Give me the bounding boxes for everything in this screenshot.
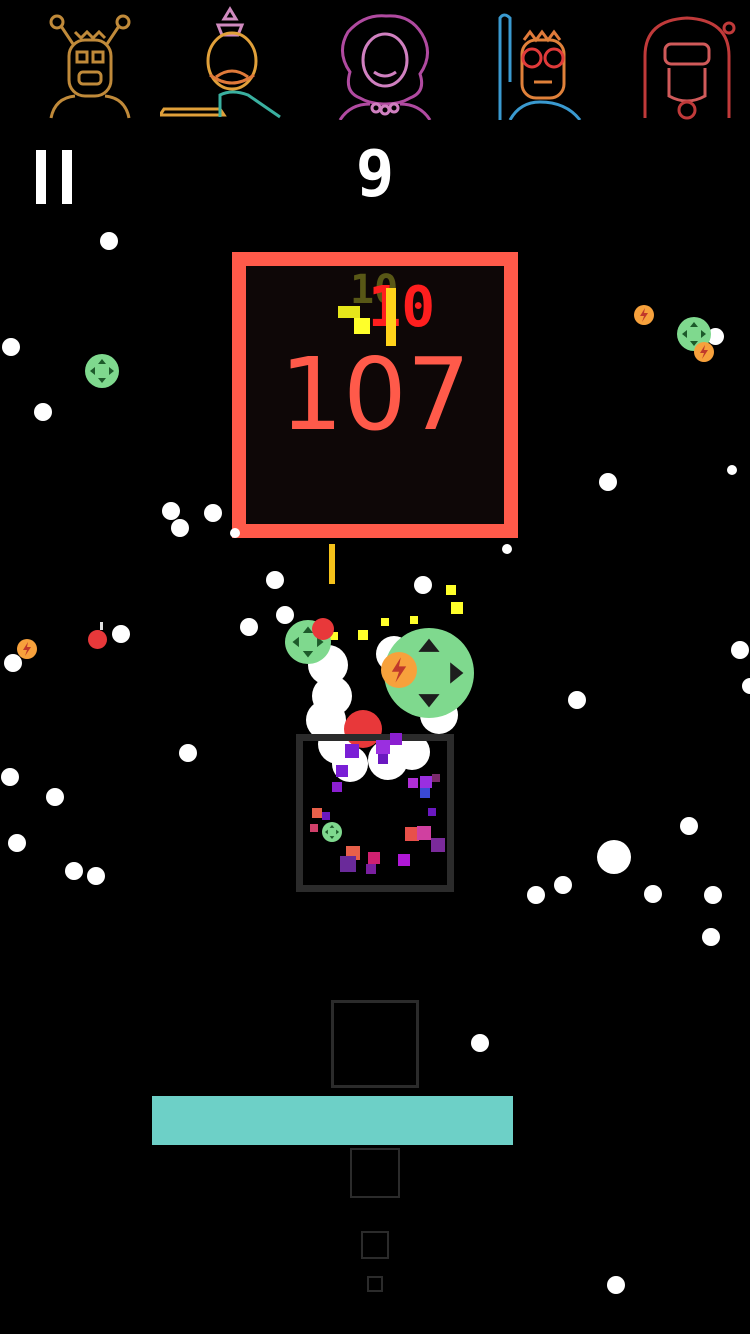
- glasses-man-character-icon: [498, 13, 582, 120]
- ball: [471, 1034, 489, 1052]
- confetti: [432, 774, 440, 782]
- ball: [171, 519, 189, 537]
- confetti: [428, 808, 436, 816]
- ball: [204, 504, 222, 522]
- ball: [599, 473, 617, 491]
- helmet-pilot-character-icon: [643, 16, 736, 120]
- ball: [46, 788, 64, 806]
- character-strip: [0, 0, 750, 125]
- confetti: [378, 754, 388, 764]
- confetti: [398, 854, 410, 866]
- ball: [162, 502, 180, 520]
- ball: [34, 403, 52, 421]
- confetti: [376, 740, 390, 754]
- hit-spark: [354, 318, 370, 334]
- ball: [266, 571, 284, 589]
- ball: [731, 641, 749, 659]
- spark: [451, 602, 463, 614]
- ball: [87, 867, 105, 885]
- paddle[interactable]: [152, 1096, 513, 1145]
- spark: [358, 630, 368, 640]
- block-outline: [350, 1148, 400, 1198]
- mustache-king-character-icon: [160, 6, 281, 119]
- confetti: [431, 838, 445, 852]
- ball: [607, 1276, 625, 1294]
- ball: [502, 544, 512, 554]
- block-hit-points: 107: [279, 336, 471, 453]
- bomb-icon: [312, 618, 334, 640]
- spark: [446, 585, 456, 595]
- laser-beam: [329, 544, 335, 584]
- lightning-bolt-icon: [381, 652, 417, 688]
- confetti: [340, 856, 356, 872]
- confetti: [312, 808, 322, 818]
- lightning-bolt-icon: [17, 639, 37, 659]
- pause-button[interactable]: [36, 150, 74, 206]
- confetti: [390, 733, 402, 745]
- confetti: [345, 744, 359, 758]
- lightning-bolt-icon: [694, 342, 714, 362]
- ball: [568, 691, 586, 709]
- ball: [8, 834, 26, 852]
- block-outline: [361, 1231, 389, 1259]
- spark: [381, 618, 389, 626]
- game-screen[interactable]: 9 10 -10 107: [0, 0, 750, 1334]
- ball: [554, 876, 572, 894]
- confetti: [322, 812, 330, 820]
- confetti: [417, 826, 431, 840]
- score-counter: 9: [355, 138, 395, 212]
- target-block: 10 -10 107: [232, 252, 518, 538]
- ball: [65, 862, 83, 880]
- confetti: [336, 765, 348, 777]
- confetti: [366, 864, 376, 874]
- expand-arrows-icon: [85, 354, 119, 388]
- lightning-bolt-icon: [634, 305, 654, 325]
- ball: [100, 232, 118, 250]
- ball: [240, 618, 258, 636]
- hit-spark: [338, 306, 360, 318]
- ball: [112, 625, 130, 643]
- confetti: [310, 824, 318, 832]
- curly-hair-woman-character-icon: [338, 14, 432, 120]
- ball: [727, 465, 737, 475]
- confetti: [332, 782, 342, 792]
- alien-character-icon: [49, 14, 131, 119]
- ball: [2, 338, 20, 356]
- ball: [680, 817, 698, 835]
- bomb-fuse: [100, 622, 103, 630]
- ball: [702, 928, 720, 946]
- ball: [704, 886, 722, 904]
- ball: [179, 744, 197, 762]
- confetti: [420, 776, 432, 788]
- block-outline: [331, 1000, 419, 1088]
- ball: [527, 886, 545, 904]
- ball: [230, 528, 240, 538]
- confetti: [408, 778, 418, 788]
- confetti: [420, 788, 430, 798]
- ball: [414, 576, 432, 594]
- confetti: [368, 852, 380, 864]
- ball: [742, 678, 750, 694]
- block-outline: [367, 1276, 383, 1292]
- ball: [1, 768, 19, 786]
- spark: [410, 616, 418, 624]
- ball: [597, 840, 631, 874]
- ball: [644, 885, 662, 903]
- bomb-icon: [88, 630, 107, 649]
